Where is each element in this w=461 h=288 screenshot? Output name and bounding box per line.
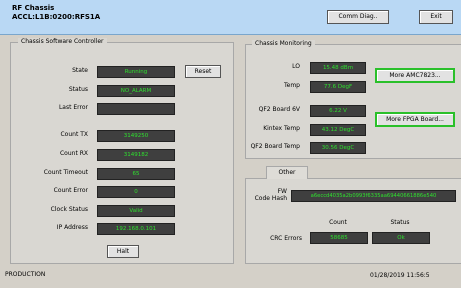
more-amc-button[interactable]: More AMC7823... [375, 68, 455, 83]
count-timeout-value: 65 [97, 168, 175, 180]
qf2-6v-label: QF2 Board 6V [258, 106, 300, 113]
state-label: State [72, 67, 88, 74]
status-label: Status [68, 86, 88, 93]
crc-status-value: Ok [372, 232, 430, 244]
clock-status-value: Valid [97, 205, 175, 217]
kintex-temp-label: Kintex Temp [263, 125, 300, 132]
crc-count-value: 58685 [310, 232, 368, 244]
fw-code-hash-value: a6eccd4035a2b0993f6335aa69440661886e540 [291, 190, 456, 202]
ip-address-label: IP Address [56, 224, 88, 231]
ip-address-value: 192.168.0.101 [97, 223, 175, 235]
count-timeout-label: Count Timeout [43, 169, 88, 176]
reset-button[interactable]: Reset [185, 65, 221, 78]
kintex-temp-value: 43.12 DegC [310, 124, 366, 136]
state-value: Running [97, 66, 175, 78]
status-column-header: Status [390, 219, 410, 226]
more-fpga-button[interactable]: More FPGA Board... [375, 112, 455, 127]
qf2-6v-value: 6.22 V [310, 105, 366, 117]
timestamp: 01/28/2019 11:56:5 [370, 272, 430, 279]
title-bar: RF Chassis ACCL:L1B:0200:RFS1A Comm Diag… [0, 0, 461, 35]
comm-diag-button[interactable]: Comm Diag.. [327, 10, 389, 24]
status-value: NO_ALARM [97, 85, 175, 97]
qf2-board-temp-label: QF2 Board Temp [250, 143, 300, 150]
lo-label: LO [292, 63, 300, 70]
halt-button[interactable]: Halt [107, 245, 139, 258]
crc-errors-label: CRC Errors [270, 235, 302, 242]
count-error-label: Count Error [53, 187, 88, 194]
count-rx-label: Count RX [59, 150, 88, 157]
qf2-board-temp-value: 30.56 DegC [310, 142, 366, 154]
window-title: RF Chassis [12, 4, 55, 12]
last-error-label: Last Error [58, 104, 88, 111]
clock-status-label: Clock Status [50, 206, 88, 213]
fw-label: FW [277, 188, 287, 195]
fw-code-hash-label: Code Hash [254, 195, 287, 202]
temp-label: Temp [284, 82, 300, 89]
tab-other[interactable]: Other [266, 166, 308, 179]
exit-button[interactable]: Exit [419, 10, 453, 24]
monitoring-title: Chassis Monitoring [252, 40, 315, 47]
temp-value: 77.6 DegF [310, 81, 366, 93]
count-column-header: Count [329, 219, 347, 226]
last-error-value [97, 103, 175, 115]
count-rx-value: 3149182 [97, 149, 175, 161]
window-subtitle: ACCL:L1B:0200:RFS1A [12, 13, 101, 21]
mode-label: PRODUCTION [5, 271, 46, 278]
count-tx-label: Count TX [60, 131, 88, 138]
lo-value: 15.48 dBm [310, 62, 366, 74]
software-controller-title: Chassis Software Controller [18, 38, 107, 45]
count-error-value: 0 [97, 186, 175, 198]
count-tx-value: 3149250 [97, 130, 175, 142]
